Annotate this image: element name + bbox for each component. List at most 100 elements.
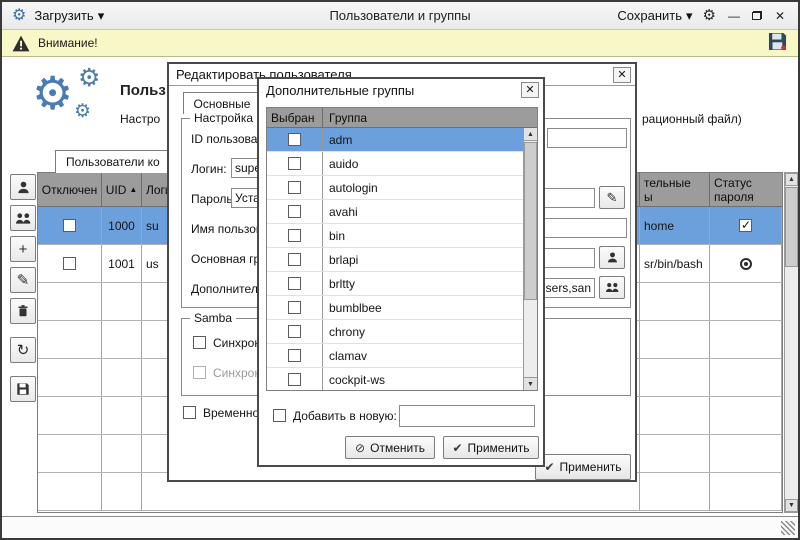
group-checkbox[interactable] <box>288 205 301 218</box>
group-checkbox[interactable] <box>288 373 301 386</box>
titlebar: ⚙ Загрузить ▾ Пользователи и группы Сохр… <box>2 2 798 30</box>
scrollbar-thumb[interactable] <box>785 187 798 267</box>
group-row[interactable]: avahi <box>267 200 523 224</box>
user-icon <box>16 180 31 195</box>
col-extra-groups[interactable]: тельные ы <box>640 173 710 206</box>
user-button[interactable] <box>10 174 36 200</box>
apply-button[interactable]: ✔ Применить <box>535 454 631 480</box>
load-menu-button[interactable]: Загрузить ▾ <box>34 8 104 24</box>
app-logo-gear-icon: ⚙ <box>32 70 73 116</box>
pencil-icon: ✎ <box>607 191 618 204</box>
groups-button[interactable] <box>10 205 36 231</box>
close-button[interactable]: ✕ <box>772 10 788 22</box>
save-menu-button[interactable]: Сохранить ▾ <box>617 8 692 24</box>
group-checkbox[interactable] <box>288 277 301 290</box>
password-label: Пароль: <box>191 192 236 206</box>
resize-grip-icon[interactable] <box>781 521 795 535</box>
disabled-checkbox[interactable] <box>63 219 76 232</box>
group-name: brltty <box>323 272 523 295</box>
group-row[interactable]: autologin <box>267 176 523 200</box>
refresh-button[interactable]: ↻ <box>10 337 36 363</box>
minimize-button[interactable]: — <box>726 10 742 22</box>
group-checkbox[interactable] <box>288 349 301 362</box>
chevron-down-icon: ▾ <box>98 8 105 24</box>
chevron-down-icon: ▾ <box>686 8 693 24</box>
group-row[interactable]: brlapi <box>267 248 523 272</box>
vertical-scrollbar[interactable]: ▲ ▼ <box>784 172 799 513</box>
apply-button[interactable]: ✔ Применить <box>443 436 539 459</box>
user-icon <box>606 251 619 264</box>
group-name: adm <box>323 128 523 151</box>
groups-scrollbar[interactable]: ▲ ▼ <box>523 128 537 390</box>
group-checkbox[interactable] <box>288 133 301 146</box>
uid-input[interactable] <box>547 128 627 148</box>
save-file-icon[interactable] <box>767 31 788 55</box>
samba-legend: Samba <box>190 311 236 325</box>
groups-dialog-title: Дополнительные группы <box>259 79 543 101</box>
samba-sync-checkbox[interactable] <box>193 336 206 349</box>
group-row[interactable]: chrony <box>267 320 523 344</box>
add-new-group-checkbox[interactable] <box>273 409 286 422</box>
page-subtitle-right: рационный файл) <box>642 112 742 126</box>
cell-extra: sr/bin/bash <box>640 245 710 282</box>
group-row[interactable]: cockpit-ws <box>267 368 523 391</box>
group-row[interactable]: bumblbee <box>267 296 523 320</box>
delete-user-button[interactable] <box>10 298 36 324</box>
group-row[interactable]: auido <box>267 152 523 176</box>
pick-primary-group-button[interactable] <box>599 246 625 269</box>
temp-checkbox[interactable] <box>183 406 196 419</box>
group-row[interactable]: bin <box>267 224 523 248</box>
cell-uid: 1000 <box>102 207 142 244</box>
new-group-input[interactable] <box>399 405 535 427</box>
group-row[interactable]: clamav <box>267 344 523 368</box>
group-checkbox[interactable] <box>288 157 301 170</box>
scroll-up-icon[interactable]: ▲ <box>524 128 537 141</box>
close-icon[interactable]: ✕ <box>521 82 539 98</box>
col-selected: Выбран <box>267 108 323 127</box>
password-status-radio[interactable] <box>740 258 752 270</box>
save-users-button[interactable] <box>10 376 36 402</box>
group-name: chrony <box>323 320 523 343</box>
groups-table-header: Выбран Группа <box>267 108 537 128</box>
cell-uid: 1001 <box>102 245 142 282</box>
samba-sync2-checkbox[interactable] <box>193 366 206 379</box>
window-title: Пользователи и группы <box>329 8 470 23</box>
group-name: bin <box>323 224 523 247</box>
cancel-button[interactable]: ⊘ Отменить <box>345 436 435 459</box>
group-checkbox[interactable] <box>288 325 301 338</box>
col-password-status[interactable]: Статус пароля <box>710 173 782 206</box>
edit-user-button[interactable]: ✎ <box>10 267 36 293</box>
app-window: ⚙ Загрузить ▾ Пользователи и группы Сохр… <box>0 0 800 540</box>
close-icon[interactable]: ✕ <box>613 67 631 83</box>
scrollbar-thumb[interactable] <box>524 142 537 300</box>
add-user-button[interactable]: + <box>10 236 36 262</box>
edit-password-button[interactable]: ✎ <box>599 186 625 209</box>
scroll-down-icon[interactable]: ▼ <box>524 377 537 390</box>
group-name: autologin <box>323 176 523 199</box>
refresh-icon: ↻ <box>17 343 30 358</box>
group-checkbox[interactable] <box>288 253 301 266</box>
tab-users[interactable]: Пользователи ко <box>55 150 175 173</box>
group-row[interactable]: adm <box>267 128 523 152</box>
app-gear-icon: ⚙ <box>12 8 26 24</box>
scroll-down-icon[interactable]: ▼ <box>785 499 798 512</box>
group-name: brlapi <box>323 248 523 271</box>
group-name: clamav <box>323 344 523 367</box>
group-checkbox[interactable] <box>288 181 301 194</box>
col-group: Группа <box>323 108 537 127</box>
login-label: Логин: <box>191 162 227 176</box>
group-checkbox[interactable] <box>288 301 301 314</box>
col-uid[interactable]: UID ▲ <box>102 173 142 206</box>
col-disabled[interactable]: Отключен <box>38 173 102 206</box>
users-group-icon <box>15 211 32 226</box>
password-status-checkbox[interactable] <box>739 219 752 232</box>
settings-gear-icon[interactable]: ⚙ <box>703 8 716 23</box>
scroll-up-icon[interactable]: ▲ <box>785 173 798 186</box>
pick-extra-groups-button[interactable] <box>599 276 625 299</box>
check-icon: ✔ <box>452 441 462 455</box>
group-checkbox[interactable] <box>288 229 301 242</box>
maximize-icon[interactable] <box>752 11 762 20</box>
group-row[interactable]: brltty <box>267 272 523 296</box>
floppy-icon <box>16 382 30 396</box>
disabled-checkbox[interactable] <box>63 257 76 270</box>
